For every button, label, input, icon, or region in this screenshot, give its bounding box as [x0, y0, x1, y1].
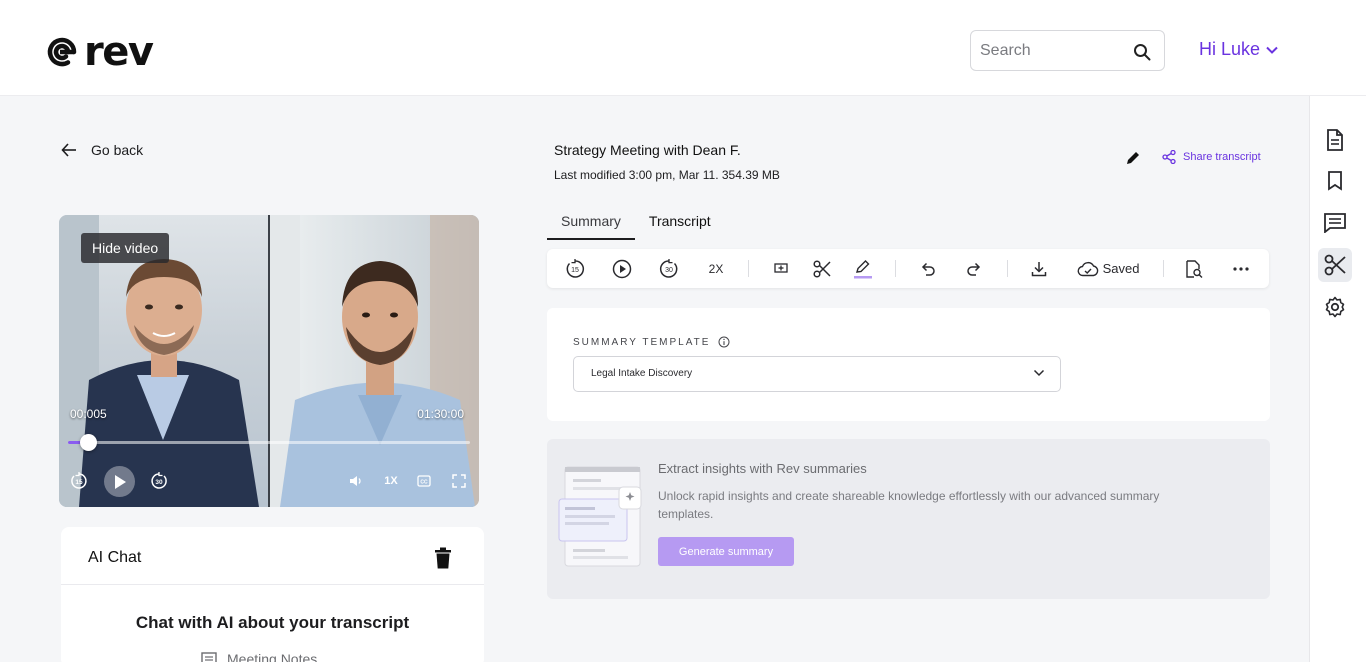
- generate-summary-button[interactable]: Generate summary: [658, 537, 794, 566]
- play-icon: [114, 474, 126, 489]
- tab-transcript[interactable]: Transcript: [635, 210, 725, 240]
- document-title: Strategy Meeting with Dean F.: [554, 142, 741, 158]
- video-progress-bar[interactable]: [68, 434, 470, 451]
- ai-chat-suggestion[interactable]: Meeting Notes: [201, 651, 317, 662]
- ai-chat-divider: [61, 584, 484, 585]
- editor-toolbar: 15 30 2X Saved: [547, 249, 1269, 288]
- play-button[interactable]: [104, 466, 135, 497]
- video-participant-right: [270, 215, 479, 507]
- bookmark-icon[interactable]: [1318, 164, 1352, 198]
- document-meta: Last modified 3:00 pm, Mar 11. 354.39 MB: [554, 168, 780, 182]
- redo-icon[interactable]: [964, 249, 984, 288]
- app-header: rev Search Hi Luke: [0, 0, 1366, 96]
- find-in-document-icon[interactable]: [1184, 249, 1204, 288]
- ai-chat-panel: AI Chat Chat with AI about your transcri…: [61, 527, 484, 662]
- summary-template-value: Legal Intake Discovery: [591, 368, 693, 379]
- play-icon[interactable]: [611, 249, 633, 288]
- arrow-left-icon: [61, 143, 76, 157]
- search-icon[interactable]: [1133, 43, 1151, 61]
- insights-description: Unlock rapid insights and create shareab…: [658, 489, 1160, 521]
- summary-insights-card: Extract insights with Rev summaries Unlo…: [547, 439, 1270, 599]
- volume-icon[interactable]: [348, 472, 364, 490]
- undo-icon[interactable]: [918, 249, 938, 288]
- right-sidebar: [1309, 96, 1366, 662]
- summary-illustration: [557, 465, 647, 574]
- scissors-icon[interactable]: [811, 249, 833, 288]
- video-duration: 01:30:00: [417, 407, 464, 421]
- download-icon[interactable]: [1029, 249, 1049, 288]
- document-tabs: Summary Transcript: [547, 210, 725, 240]
- logo-text: rev: [84, 29, 154, 75]
- chevron-down-icon: [1266, 46, 1278, 54]
- notes-icon: [201, 652, 217, 662]
- tab-summary[interactable]: Summary: [547, 210, 635, 240]
- insert-icon[interactable]: [771, 249, 791, 288]
- document-icon[interactable]: [1318, 123, 1352, 157]
- toolbar-divider: [1007, 260, 1008, 277]
- video-player[interactable]: Hide video 00:005 01:30:00 15 30 1X CC: [59, 215, 479, 507]
- summary-template-card: SUMMARY TEMPLATE Legal Intake Discovery: [547, 308, 1270, 421]
- search-input[interactable]: Search: [970, 30, 1165, 71]
- share-transcript-button[interactable]: Share transcript: [1162, 150, 1261, 164]
- toolbar-rewind-label: 15: [571, 267, 579, 274]
- saved-status: Saved: [1075, 249, 1141, 288]
- comment-icon[interactable]: [1318, 206, 1352, 240]
- hide-video-button[interactable]: Hide video: [81, 233, 170, 263]
- highlight-icon[interactable]: [852, 249, 874, 288]
- summary-template-label: SUMMARY TEMPLATE: [573, 336, 730, 348]
- fullscreen-icon[interactable]: [450, 472, 468, 490]
- go-back-label: Go back: [91, 142, 144, 158]
- rewind-15-label: 15: [75, 479, 83, 486]
- forward-30-label: 30: [155, 479, 163, 486]
- saved-label: Saved: [1102, 261, 1140, 276]
- captions-icon[interactable]: CC: [415, 472, 433, 490]
- search-placeholder: Search: [980, 42, 1031, 59]
- rev-logo-icon: [47, 37, 77, 67]
- go-back-link[interactable]: Go back: [61, 142, 143, 158]
- ai-chat-heading: Chat with AI about your transcript: [135, 613, 410, 632]
- playback-speed-button[interactable]: 1X: [381, 472, 401, 490]
- share-transcript-label: Share transcript: [1183, 151, 1261, 163]
- toolbar-divider: [748, 260, 749, 277]
- user-menu[interactable]: Hi Luke: [1199, 39, 1278, 60]
- captions-label: CC: [420, 480, 428, 486]
- share-icon: [1162, 150, 1176, 164]
- info-icon[interactable]: [718, 336, 730, 348]
- cloud-check-icon: [1077, 261, 1098, 276]
- insights-title: Extract insights with Rev summaries: [658, 461, 867, 476]
- summary-template-select[interactable]: Legal Intake Discovery: [573, 356, 1061, 392]
- toolbar-divider: [1163, 260, 1164, 277]
- ai-chat-suggestion-label: Meeting Notes: [227, 651, 318, 662]
- rewind-15-icon[interactable]: 15: [564, 249, 586, 288]
- pencil-icon[interactable]: [1125, 150, 1141, 171]
- forward-30-icon[interactable]: 30: [150, 472, 168, 490]
- scissors-icon[interactable]: [1318, 248, 1352, 282]
- playback-speed-button[interactable]: 2X: [704, 249, 728, 288]
- trash-icon[interactable]: [434, 547, 452, 574]
- forward-30-icon[interactable]: 30: [658, 249, 680, 288]
- greeting-text: Hi Luke: [1199, 39, 1261, 59]
- toolbar-forward-label: 30: [665, 267, 673, 274]
- gear-icon[interactable]: [1318, 290, 1352, 324]
- video-current-time: 00:005: [70, 407, 107, 421]
- summary-template-label-text: SUMMARY TEMPLATE: [573, 336, 711, 348]
- ai-chat-title: AI Chat: [88, 549, 142, 566]
- chevron-down-icon: [1033, 369, 1045, 377]
- more-options-icon[interactable]: [1231, 249, 1251, 288]
- toolbar-divider: [895, 260, 896, 277]
- rev-logo[interactable]: rev: [46, 29, 154, 75]
- video-progress-handle[interactable]: [80, 434, 98, 451]
- rewind-15-icon[interactable]: 15: [70, 472, 88, 490]
